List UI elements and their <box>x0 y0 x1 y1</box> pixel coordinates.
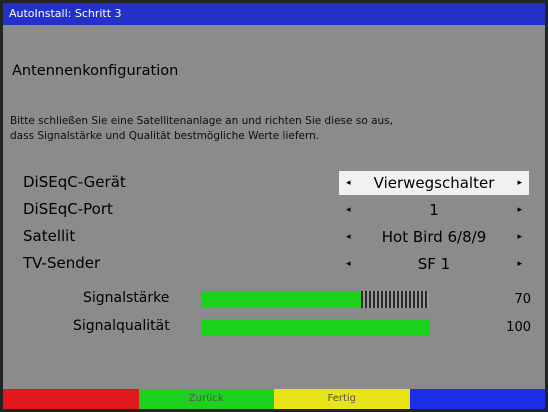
diseqc-device-label: DiSEqC-Gerät <box>23 173 126 191</box>
signal-quality-value: 100 <box>506 320 531 335</box>
screen: AutoInstall: Schritt 3 Antennenkonfigura… <box>3 3 545 409</box>
instructions-line-1: Bitte schließen Sie eine Satellitenanlag… <box>10 115 393 127</box>
left-arrow-icon[interactable]: ◂ <box>346 198 351 222</box>
instructions-text: Bitte schließen Sie eine Satellitenanlag… <box>10 114 540 144</box>
right-arrow-icon[interactable]: ▸ <box>517 171 522 195</box>
diseqc-device-selector[interactable]: ◂ Vierwegschalter ▸ <box>339 171 529 195</box>
tv-channel-value: SF 1 <box>417 255 451 273</box>
finish-key[interactable]: Fertig <box>274 389 410 409</box>
page-heading: Antennenkonfiguration <box>12 63 179 79</box>
instructions-line-2: dass Signalstärke und Qualität bestmögli… <box>10 130 320 142</box>
signal-strength-bar <box>201 291 429 308</box>
right-arrow-icon[interactable]: ▸ <box>517 198 522 222</box>
signal-quality-bar <box>201 319 429 336</box>
diseqc-port-value: 1 <box>429 201 439 219</box>
left-arrow-icon[interactable]: ◂ <box>346 225 351 249</box>
signal-strength-fill <box>201 291 361 308</box>
color-key-bar: Zurück Fertig <box>3 389 545 409</box>
satellite-value: Hot Bird 6/8/9 <box>381 228 487 246</box>
tv-channel-label: TV-Sender <box>23 254 101 272</box>
tv-channel-selector[interactable]: ◂ SF 1 ▸ <box>339 252 529 276</box>
right-arrow-icon[interactable]: ▸ <box>517 252 522 276</box>
signal-strength-label: Signalstärke <box>83 290 170 306</box>
red-key[interactable] <box>3 389 139 409</box>
diseqc-device-value: Vierwegschalter <box>373 174 495 192</box>
signal-quality-fill <box>201 319 429 336</box>
diseqc-port-label: DiSEqC-Port <box>23 200 113 218</box>
blue-key[interactable] <box>409 389 545 409</box>
satellite-selector[interactable]: ◂ Hot Bird 6/8/9 ▸ <box>339 225 529 249</box>
left-arrow-icon[interactable]: ◂ <box>346 252 351 276</box>
signal-strength-remainder <box>360 291 429 308</box>
right-arrow-icon[interactable]: ▸ <box>517 225 522 249</box>
satellite-label: Satellit <box>23 227 76 245</box>
signal-strength-value: 70 <box>514 292 531 307</box>
title-bar: AutoInstall: Schritt 3 <box>3 3 545 25</box>
left-arrow-icon[interactable]: ◂ <box>346 171 351 195</box>
back-key[interactable]: Zurück <box>138 389 274 409</box>
diseqc-port-selector[interactable]: ◂ 1 ▸ <box>339 198 529 222</box>
signal-quality-label: Signalqualität <box>73 318 170 334</box>
